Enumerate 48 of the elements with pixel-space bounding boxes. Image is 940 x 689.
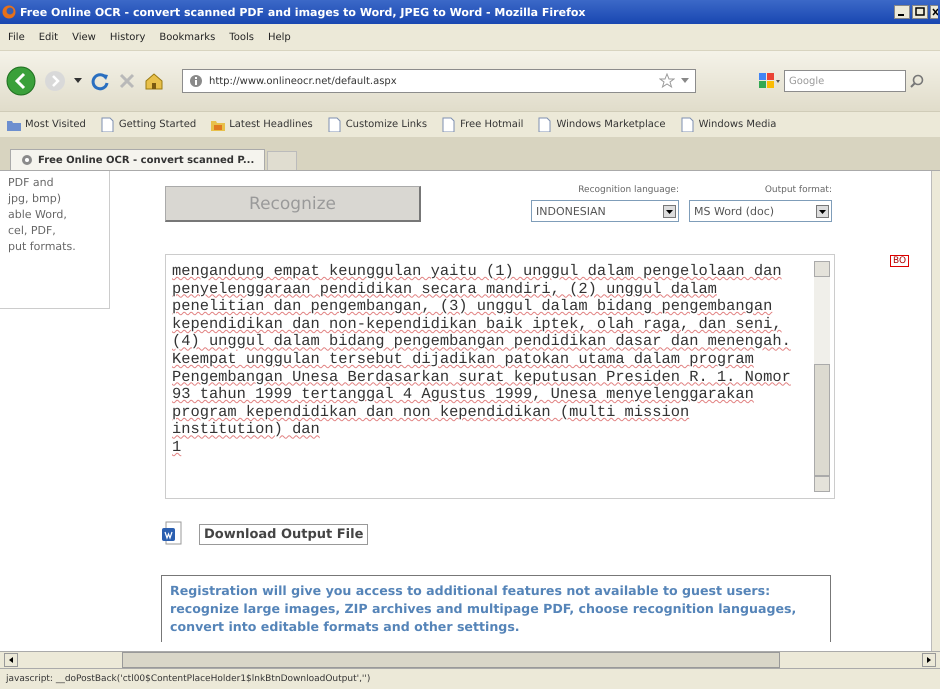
menu-item[interactable]: Tools <box>229 32 254 42</box>
sidebar-text: PDF and jpg, bmp) able Word, cel, PDF, put formats. <box>8 175 77 255</box>
site-info-icon <box>189 74 203 88</box>
word-document-icon <box>161 521 183 547</box>
bookmark-item[interactable]: Windows Marketplace <box>537 117 666 132</box>
menu-item[interactable]: History <box>110 32 146 42</box>
download-button[interactable]: Download Output File <box>199 524 368 544</box>
bookmark-item[interactable]: Getting Started <box>100 117 196 132</box>
search-field[interactable]: Google <box>784 70 906 92</box>
bookmark-item[interactable]: Windows Media <box>680 117 776 132</box>
page-icon <box>441 117 456 132</box>
bookmark-item[interactable]: Most Visited <box>6 117 86 132</box>
dropdown-caret-icon[interactable] <box>74 78 82 84</box>
menu-item[interactable]: Bookmarks <box>159 32 216 42</box>
scroll-left-icon[interactable] <box>4 653 18 667</box>
bookmark-item[interactable]: Free Hotmail <box>441 117 524 132</box>
status-text: javascript: __doPostBack('ctl00$ContentPlaceHolder1$lnkBtnDownloadOutput','') <box>6 674 370 684</box>
bookmark-star-icon[interactable] <box>659 73 675 89</box>
bookmark-item[interactable]: Latest Headlines <box>210 117 313 132</box>
close-icon[interactable] <box>930 5 938 19</box>
horizontal-scrollbar[interactable] <box>0 651 940 668</box>
search-engine-icon[interactable] <box>758 72 780 90</box>
menu-item[interactable]: Help <box>268 32 291 42</box>
format-select[interactable]: MS Word (doc) <box>689 200 832 222</box>
reload-icon[interactable] <box>90 71 110 91</box>
language-label: Recognition language: <box>578 185 679 195</box>
maximize-icon[interactable] <box>912 5 928 19</box>
page-icon <box>680 117 695 132</box>
address-field[interactable]: http://www.onlineocr.net/default.aspx <box>182 69 696 93</box>
page-icon <box>537 117 552 132</box>
text-scrollbar[interactable] <box>814 261 830 492</box>
side-badge[interactable]: BO <box>890 255 910 267</box>
page-icon <box>326 117 342 132</box>
menu-item[interactable]: File <box>8 32 25 42</box>
registration-notice: Registration will give you access to additional features not available to guest users: recognize large images, ZIP archives and multipage PDF, choose recognition languages, convert into editable formats and other settings. <box>161 575 831 642</box>
page-scrollbar[interactable] <box>931 171 940 651</box>
search-icon[interactable] <box>910 74 924 88</box>
window-title: Free Online OCR - convert scanned PDF and images to Word, JPEG to Word - Mozilla Firefox <box>20 6 587 18</box>
page-icon <box>100 117 115 132</box>
format-label: Output format: <box>764 185 832 195</box>
bookmark-item[interactable]: Customize Links <box>326 117 428 132</box>
menu-item[interactable]: Edit <box>38 32 58 42</box>
language-select[interactable]: INDONESIAN <box>531 200 679 222</box>
minimize-icon[interactable] <box>894 5 910 19</box>
scroll-right-icon[interactable] <box>922 653 936 667</box>
home-icon[interactable] <box>144 72 164 90</box>
menu-item[interactable]: View <box>72 32 96 42</box>
browser-tab[interactable]: Free Online OCR - convert scanned P... <box>10 149 266 170</box>
